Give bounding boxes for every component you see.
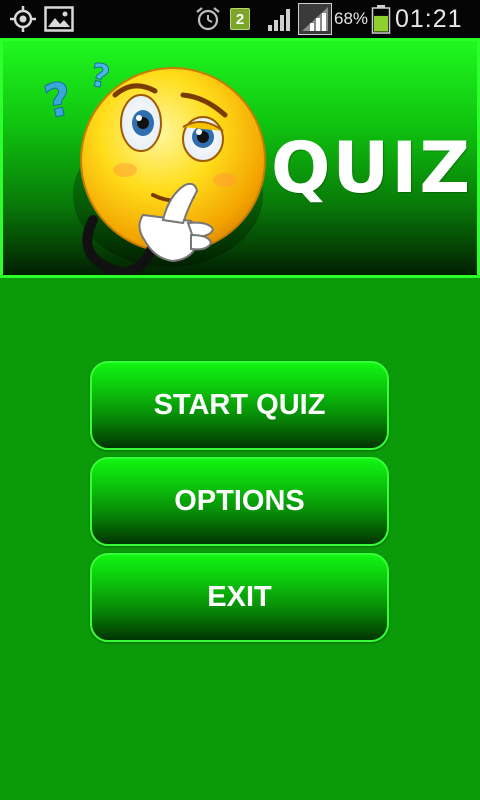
- exit-button[interactable]: EXIT: [90, 553, 389, 642]
- notification-badge: 2: [230, 0, 250, 38]
- image-notification-icon: [44, 0, 74, 38]
- clock: 01:21: [395, 4, 463, 33]
- gps-icon: [8, 0, 38, 38]
- svg-text:?: ?: [88, 56, 113, 97]
- header-banner: ? ? QUIZ: [0, 38, 480, 278]
- signal-icon: [298, 0, 332, 38]
- start-quiz-button[interactable]: START QUIZ: [90, 361, 389, 450]
- notification-count: 2: [230, 8, 250, 30]
- options-button[interactable]: OPTIONS: [90, 457, 389, 546]
- battery-icon: [371, 0, 391, 38]
- alarm-icon: [194, 0, 222, 38]
- status-bar: 2 68% 01:21: [0, 0, 480, 38]
- main-menu: START QUIZ OPTIONS EXIT: [0, 278, 480, 800]
- svg-text:?: ?: [40, 71, 77, 129]
- signal-icon: [266, 0, 294, 38]
- battery-percent: 68%: [334, 9, 369, 28]
- page-title: QUIZ: [271, 127, 473, 209]
- thinking-face-icon: ? ?: [39, 55, 266, 275]
